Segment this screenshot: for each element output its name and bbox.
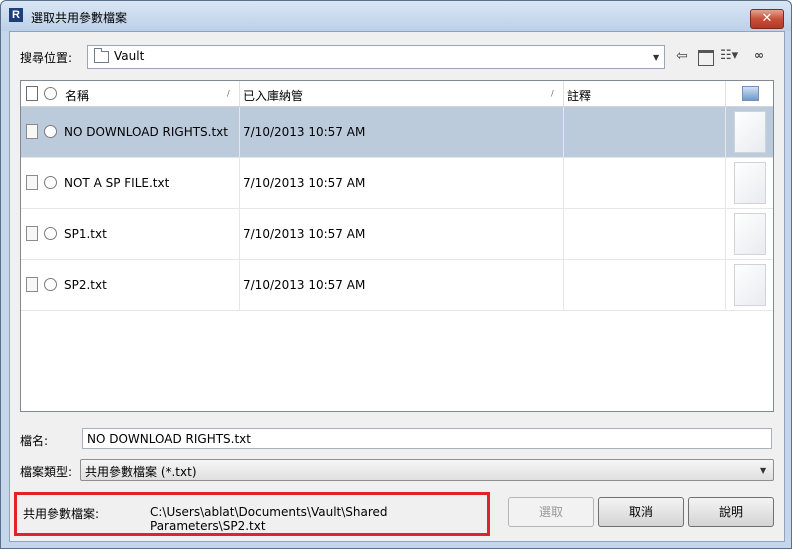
file-name: NOT A SP FILE.txt bbox=[64, 176, 170, 190]
title-bar: R 選取共用參數檔案 ✕ bbox=[1, 1, 791, 31]
highlight-box: 共用參數檔案: C:\Users\ablat\Documents\Vault\S… bbox=[14, 492, 490, 536]
select-button[interactable]: 選取 bbox=[508, 497, 594, 527]
revit-app-icon: R bbox=[9, 8, 23, 22]
column-divider bbox=[239, 107, 240, 157]
cancel-button[interactable]: 取消 bbox=[598, 497, 684, 527]
file-date: 7/10/2013 10:57 AM bbox=[243, 176, 366, 190]
up-folder-icon[interactable] bbox=[698, 50, 714, 66]
column-divider bbox=[239, 209, 240, 259]
column-divider bbox=[563, 260, 564, 310]
status-radio-icon bbox=[44, 87, 57, 100]
table-row[interactable]: NOT A SP FILE.txt 7/10/2013 10:57 AM bbox=[21, 158, 773, 209]
look-in-label: 搜尋位置: bbox=[20, 51, 73, 65]
look-in-combo[interactable]: Vault ▼ bbox=[87, 45, 665, 69]
column-divider bbox=[725, 260, 726, 310]
text-file-icon bbox=[26, 226, 38, 241]
file-name: SP2.txt bbox=[64, 278, 107, 292]
shared-parameter-label: 共用參數檔案: bbox=[23, 507, 100, 521]
column-divider bbox=[239, 260, 240, 310]
file-type-select[interactable]: 共用參數檔案 (*.txt) ▼ bbox=[80, 459, 774, 481]
file-name-input[interactable]: NO DOWNLOAD RIGHTS.txt bbox=[82, 428, 772, 449]
image-icon bbox=[742, 86, 759, 101]
column-divider bbox=[563, 107, 564, 157]
status-radio-icon bbox=[44, 125, 57, 138]
file-type-value: 共用參數檔案 (*.txt) bbox=[85, 465, 197, 479]
column-header-comment[interactable]: 註釋 bbox=[567, 87, 591, 104]
table-row[interactable]: SP2.txt 7/10/2013 10:57 AM bbox=[21, 260, 773, 311]
text-file-icon bbox=[26, 124, 38, 139]
column-divider bbox=[563, 209, 564, 259]
close-button[interactable]: ✕ bbox=[750, 9, 784, 29]
file-date: 7/10/2013 10:57 AM bbox=[243, 227, 366, 241]
column-divider[interactable] bbox=[725, 81, 726, 106]
chevron-down-icon[interactable]: ▼ bbox=[760, 466, 766, 475]
file-name: SP1.txt bbox=[64, 227, 107, 241]
table-row[interactable]: NO DOWNLOAD RIGHTS.txt 7/10/2013 10:57 A… bbox=[21, 107, 773, 158]
status-radio-icon bbox=[44, 278, 57, 291]
dialog-body: 搜尋位置: Vault ▼ ⇦ ☷▾ ∞ 名稱 / 已入庫納管 / 註釋 NO … bbox=[9, 31, 785, 542]
column-divider[interactable] bbox=[239, 81, 240, 106]
column-divider[interactable] bbox=[563, 81, 564, 106]
column-divider bbox=[239, 158, 240, 208]
chevron-down-icon[interactable]: ▼ bbox=[653, 53, 659, 62]
column-divider bbox=[563, 158, 564, 208]
file-name: NO DOWNLOAD RIGHTS.txt bbox=[64, 125, 228, 139]
file-date: 7/10/2013 10:57 AM bbox=[243, 278, 366, 292]
table-row[interactable]: SP1.txt 7/10/2013 10:57 AM bbox=[21, 209, 773, 260]
file-thumbnail bbox=[734, 111, 766, 153]
file-thumbnail bbox=[734, 213, 766, 255]
file-type-label: 檔案類型: bbox=[20, 465, 73, 479]
file-name-label: 檔名: bbox=[20, 434, 49, 448]
folder-icon bbox=[94, 48, 109, 63]
column-header-name[interactable]: 名稱 bbox=[65, 87, 89, 104]
file-name-value: NO DOWNLOAD RIGHTS.txt bbox=[87, 432, 251, 446]
look-in-value: Vault bbox=[114, 49, 145, 63]
sort-icon: / bbox=[227, 89, 230, 98]
column-divider bbox=[725, 209, 726, 259]
file-date: 7/10/2013 10:57 AM bbox=[243, 125, 366, 139]
file-list[interactable]: 名稱 / 已入庫納管 / 註釋 NO DOWNLOAD RIGHTS.txt 7… bbox=[20, 80, 774, 412]
views-icon[interactable]: ☷▾ bbox=[720, 48, 738, 63]
dialog-title: 選取共用參數檔案 bbox=[31, 11, 128, 25]
list-header: 名稱 / 已入庫納管 / 註釋 bbox=[21, 81, 773, 107]
document-icon bbox=[26, 86, 38, 101]
column-divider bbox=[725, 107, 726, 157]
text-file-icon bbox=[26, 277, 38, 292]
back-arrow-icon[interactable]: ⇦ bbox=[676, 48, 688, 64]
sort-icon: / bbox=[551, 89, 554, 98]
file-thumbnail bbox=[734, 162, 766, 204]
help-button[interactable]: 說明 bbox=[688, 497, 774, 527]
dialog-window: R 選取共用參數檔案 ✕ 搜尋位置: Vault ▼ ⇦ ☷▾ ∞ 名稱 / 已… bbox=[0, 0, 792, 549]
column-header-date[interactable]: 已入庫納管 bbox=[243, 87, 303, 104]
status-radio-icon bbox=[44, 227, 57, 240]
column-divider bbox=[725, 158, 726, 208]
status-radio-icon bbox=[44, 176, 57, 189]
file-thumbnail bbox=[734, 264, 766, 306]
shared-parameter-path: C:\Users\ablat\Documents\Vault\Shared Pa… bbox=[150, 505, 388, 533]
binoculars-icon[interactable]: ∞ bbox=[754, 48, 764, 62]
text-file-icon bbox=[26, 175, 38, 190]
